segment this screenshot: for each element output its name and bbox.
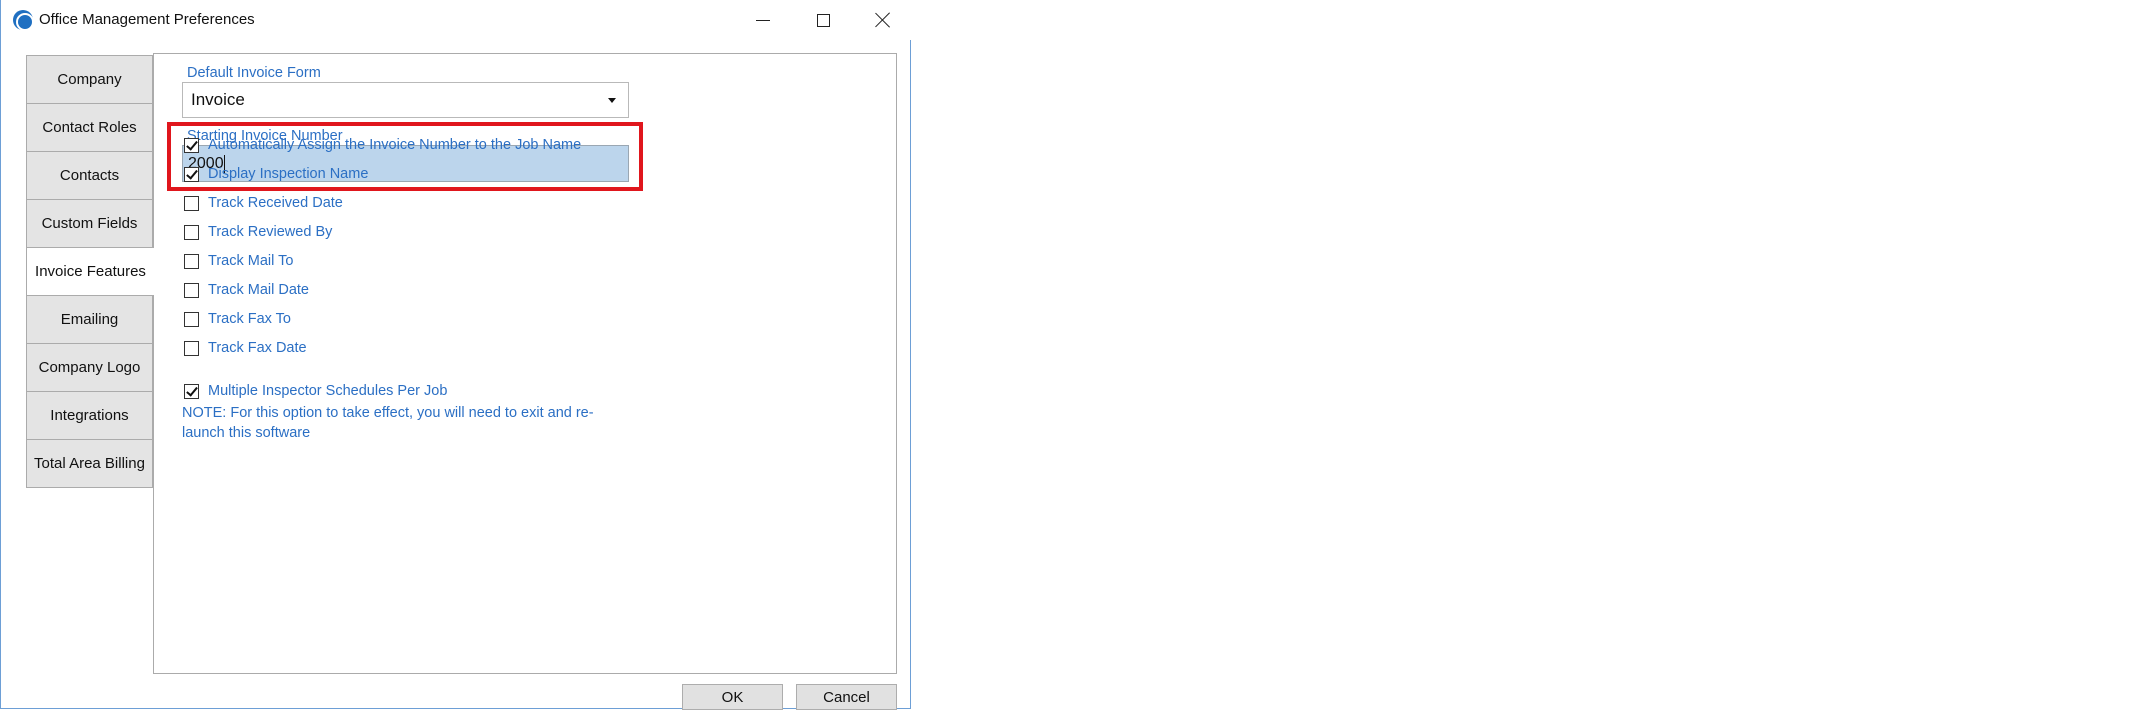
tab-contacts[interactable]: Contacts (26, 151, 153, 200)
checkbox-unchecked-icon[interactable] (184, 224, 199, 240)
option-track-fax-date[interactable]: Track Fax Date (184, 338, 307, 358)
option-multiple-inspector-schedules[interactable]: Multiple Inspector Schedules Per Job (184, 381, 447, 401)
ok-button[interactable]: OK (682, 684, 783, 710)
minimize-icon (756, 19, 770, 21)
option-label: Track Received Date (208, 195, 343, 211)
option-track-mail-to[interactable]: Track Mail To (184, 251, 293, 271)
cancel-button[interactable]: Cancel (796, 684, 897, 710)
option-label: Track Fax To (208, 311, 291, 327)
checkbox-unchecked-icon[interactable] (184, 195, 199, 211)
invoice-features-panel: Default Invoice Form Invoice Starting In… (153, 53, 897, 674)
option-track-fax-to[interactable]: Track Fax To (184, 309, 291, 329)
restart-note: NOTE: For this option to take effect, yo… (182, 405, 594, 441)
option-label: Track Mail Date (208, 282, 309, 298)
option-label: Track Mail To (208, 253, 294, 269)
title-bar: Office Management Preferences (1, 0, 911, 40)
tab-integrations[interactable]: Integrations (26, 391, 153, 440)
checkbox-unchecked-icon[interactable] (184, 253, 199, 269)
default-invoice-form-value: Invoice (191, 90, 245, 109)
option-label: Track Fax Date (208, 340, 307, 356)
tab-invoice-features[interactable]: Invoice Features (26, 247, 154, 296)
option-label: Multiple Inspector Schedules Per Job (208, 383, 448, 399)
tab-contact-roles[interactable]: Contact Roles (26, 103, 153, 152)
option-label: Display Inspection Name (208, 166, 369, 182)
checkbox-checked-icon[interactable] (184, 137, 199, 153)
chevron-down-icon (608, 98, 616, 103)
close-icon (875, 12, 891, 28)
option-track-reviewed-by[interactable]: Track Reviewed By (184, 222, 332, 242)
tab-emailing[interactable]: Emailing (26, 295, 153, 344)
checkbox-checked-icon[interactable] (184, 166, 199, 182)
default-invoice-form-select[interactable]: Invoice (182, 82, 629, 118)
default-invoice-form-label: Default Invoice Form (187, 65, 321, 81)
option-track-mail-date[interactable]: Track Mail Date (184, 280, 309, 300)
close-button[interactable] (853, 0, 913, 40)
maximize-button[interactable] (793, 0, 853, 40)
tab-company[interactable]: Company (26, 55, 153, 104)
tab-custom-fields[interactable]: Custom Fields (26, 199, 153, 248)
tab-total-area-billing[interactable]: Total Area Billing (26, 439, 153, 488)
checkbox-unchecked-icon[interactable] (184, 311, 199, 327)
preferences-dialog: Office Management Preferences Company Co… (0, 0, 911, 710)
checkbox-checked-icon[interactable] (184, 383, 199, 399)
checkbox-unchecked-icon[interactable] (184, 282, 199, 298)
option-display-inspection-name[interactable]: Display Inspection Name (184, 164, 368, 184)
window-title: Office Management Preferences (39, 11, 255, 28)
tab-company-logo[interactable]: Company Logo (26, 343, 153, 392)
minimize-button[interactable] (733, 0, 793, 40)
option-label: Track Reviewed By (208, 224, 333, 240)
option-label: Automatically Assign the Invoice Number … (208, 137, 582, 153)
app-logo-icon (13, 10, 34, 31)
option-auto-assign-invoice-number[interactable]: Automatically Assign the Invoice Number … (184, 135, 581, 155)
option-track-received-date[interactable]: Track Received Date (184, 193, 343, 213)
maximize-icon (816, 13, 830, 27)
checkbox-unchecked-icon[interactable] (184, 340, 199, 356)
